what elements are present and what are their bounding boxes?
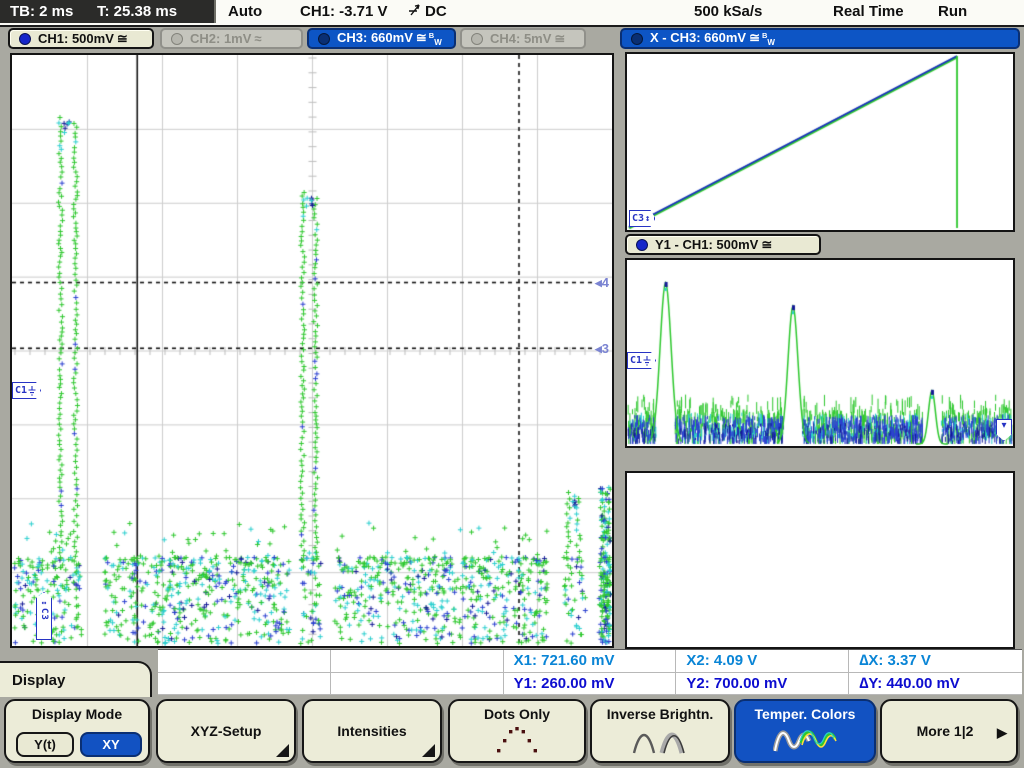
softkey-inverse-brightness[interactable]: Inverse Brightn. xyxy=(590,699,730,763)
readout-cell xyxy=(158,650,331,673)
x-source-indicator-icon xyxy=(631,33,643,45)
ch1-label: CH1: 500mV≅ xyxy=(38,31,128,47)
ch2-indicator-icon xyxy=(171,33,183,45)
more-arrow-icon: ▶ xyxy=(997,725,1007,741)
y1-indicator-icon xyxy=(636,239,648,251)
time-value: T: 25.38 ms xyxy=(97,3,177,20)
y1-waveform-plot xyxy=(627,260,1013,446)
c3-position-marker-vertical[interactable]: ↔ C3 xyxy=(36,592,52,640)
channel-button-ch4[interactable]: CH4: 5mV≅ xyxy=(460,28,586,49)
readout-cell xyxy=(331,673,504,696)
softkey-display-mode: Display Mode Y(t) XY xyxy=(4,699,150,763)
y1-source-label: Y1 - CH1: 500mV≅ xyxy=(655,237,772,253)
readout-dx: ∆X: 3.37 V xyxy=(849,650,1022,673)
submenu-corner-icon xyxy=(422,744,435,757)
vertical-arrows-icon: ↕ xyxy=(645,214,650,224)
readout-x1: X1: 721.60 mV xyxy=(504,650,677,673)
trigger-mode: Auto xyxy=(228,3,262,20)
ch2-label: CH2: 1mV≈ xyxy=(190,31,262,46)
c1-position-marker[interactable]: C1 xyxy=(12,382,41,399)
sample-rate: 500 kSa/s xyxy=(694,3,762,20)
menu-tab-display: Display xyxy=(0,661,152,697)
run-state: Run xyxy=(938,3,967,20)
channel-button-ch1[interactable]: CH1: 500mV≅ xyxy=(8,28,154,49)
readout-cell xyxy=(331,650,504,673)
horizontal-arrows-icon: ↔ xyxy=(42,598,47,607)
oscilloscope-screen: Auto CH1: -3.71 V DC 500 kSa/s Real Time… xyxy=(0,0,1024,768)
trigger-edge-icon xyxy=(408,3,423,21)
readout-cell xyxy=(158,673,331,696)
temper-colors-icon xyxy=(736,727,874,755)
submenu-corner-icon xyxy=(276,744,289,757)
trigger-level: CH1: -3.71 V xyxy=(300,3,388,20)
empty-panel xyxy=(625,471,1015,649)
display-mode-yt-button[interactable]: Y(t) xyxy=(16,732,74,757)
trigger-coupling: DC xyxy=(425,3,447,20)
timebase-box: TB: 2 ms T: 25.38 ms xyxy=(0,0,214,23)
inverse-brightness-icon xyxy=(592,727,728,755)
x-source-label: X - CH3: 660mV≅BW xyxy=(650,30,775,47)
ch1-indicator-icon xyxy=(19,33,31,45)
readout-y2: Y2: 700.00 mV xyxy=(676,673,849,696)
ground-icon xyxy=(28,386,36,396)
ground-icon xyxy=(643,356,651,366)
ch3-indicator-icon xyxy=(318,33,330,45)
ch4-label: CH4: 5mV≅ xyxy=(490,31,565,47)
dots-only-icon xyxy=(450,727,584,753)
acquisition-mode: Real Time xyxy=(833,3,904,20)
softkey-intensities[interactable]: Intensities xyxy=(302,699,442,763)
softkey-dots-only[interactable]: Dots Only xyxy=(448,699,586,763)
softkey-temper-colors[interactable]: Temper. Colors xyxy=(734,699,876,763)
x-ramp-panel: C3↕ xyxy=(625,52,1015,232)
y1-waveform-panel: C1 ▾ xyxy=(625,258,1015,448)
ch3-label: CH3: 660mV≅BW xyxy=(337,30,442,47)
xy-display-panel: C1 ↔ C3 ◀4 ◀3 xyxy=(10,53,614,648)
x-ramp-plot xyxy=(627,54,1013,230)
cursor-marker-4[interactable]: ◀4 xyxy=(595,276,609,290)
xy-scatter-plot xyxy=(12,55,612,646)
cursor-readout-table: X1: 721.60 mV X2: 4.09 V ∆X: 3.37 V Y1: … xyxy=(158,649,1022,695)
y1-source-button[interactable]: Y1 - CH1: 500mV≅ xyxy=(625,234,821,255)
readout-y1: Y1: 260.00 mV xyxy=(504,673,677,696)
channel-button-ch2[interactable]: CH2: 1mV≈ xyxy=(160,28,303,49)
cursor-marker-3[interactable]: ◀3 xyxy=(595,342,609,356)
softkey-more[interactable]: More 1|2 ▶ xyxy=(880,699,1018,763)
x-source-button[interactable]: X - CH3: 660mV≅BW xyxy=(620,28,1020,49)
readout-x2: X2: 4.09 V xyxy=(676,650,849,673)
c1-y1-marker[interactable]: C1 xyxy=(627,352,656,369)
channel-button-ch3[interactable]: CH3: 660mV≅BW xyxy=(307,28,456,49)
readout-dy: ∆Y: 440.00 mV xyxy=(849,673,1022,696)
c3-ramp-marker[interactable]: C3↕ xyxy=(629,210,655,227)
display-mode-title: Display Mode xyxy=(6,706,148,722)
softkey-xyz-setup[interactable]: XYZ-Setup xyxy=(156,699,296,763)
ch4-indicator-icon xyxy=(471,33,483,45)
timebase-value: TB: 2 ms xyxy=(10,3,73,20)
display-mode-xy-button[interactable]: XY xyxy=(80,732,142,757)
